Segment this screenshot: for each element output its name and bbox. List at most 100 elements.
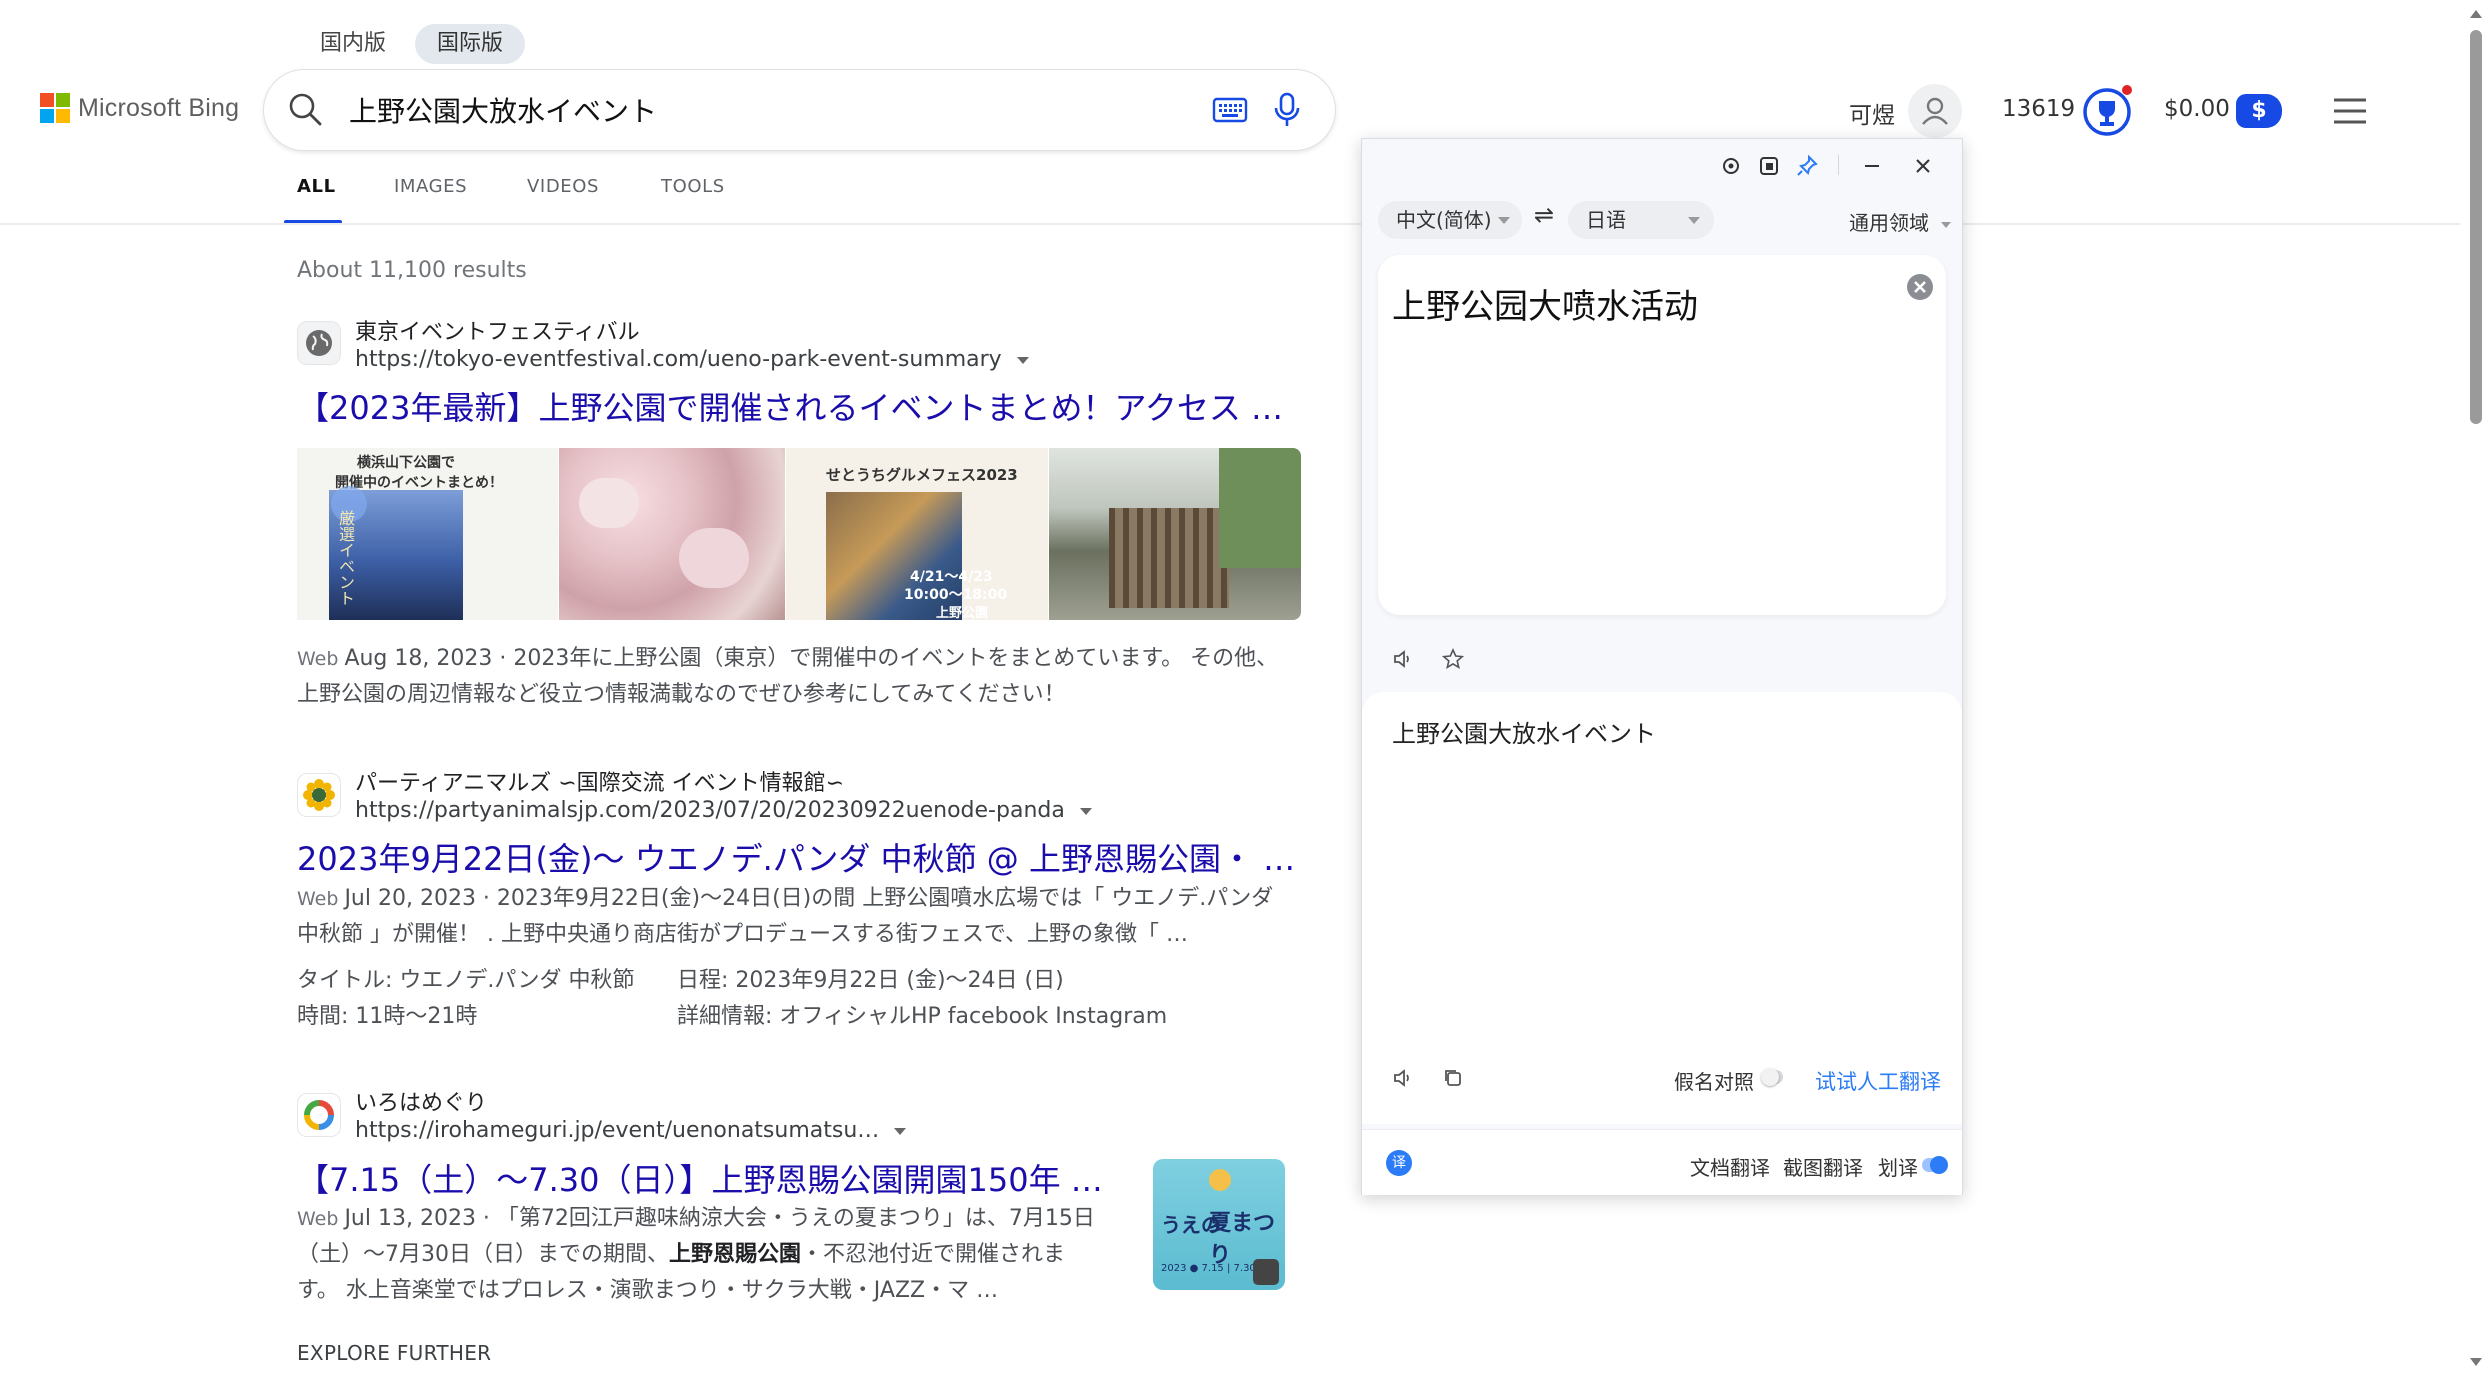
scroll-up-arrow-icon[interactable] [2470, 10, 2482, 18]
result-url[interactable]: https://partyanimalsjp.com/2023/07/20/20… [355, 798, 1092, 823]
translator-panel[interactable]: 中文(简体) ⇌ 日语 通用领域 上野公园大喷水活动 上野公園大放水イベント 假… [1361, 138, 1963, 1195]
speaker-icon[interactable] [1388, 644, 1418, 674]
avatar-icon[interactable] [1908, 84, 1962, 138]
source-language-select[interactable]: 中文(简体) [1378, 201, 1522, 239]
search-icon[interactable] [286, 90, 326, 130]
result-url-text[interactable]: https://partyanimalsjp.com/2023/07/20/20… [355, 798, 1065, 823]
speaker-icon[interactable] [1388, 1063, 1418, 1093]
titlebar-divider [1838, 155, 1839, 175]
kana-toggle-label: 假名对照 [1674, 1070, 1754, 1094]
result-url-text[interactable]: https://irohameguri.jp/event/uenonatsuma… [355, 1118, 879, 1143]
tab-all[interactable]: ALL [297, 176, 336, 197]
domain-label: 通用领域 [1849, 211, 1929, 235]
result-site-name[interactable]: 東京イベントフェスティバル [355, 314, 640, 346]
human-translation-link[interactable]: 试试人工翻译 [1815, 1066, 1941, 1096]
minimize-icon[interactable] [1859, 153, 1885, 179]
translation-result-card: 上野公園大放水イベント 假名对照 试试人工翻译 [1362, 692, 1962, 1124]
snippet-line: Jul 20, 2023 · 2023年9月22日(金)～24日(日)の間 上野… [344, 886, 1274, 911]
search-input[interactable]: 上野公園大放水イベント [349, 90, 657, 130]
thumbnail-caption: せとうちグルメフェス2023 [826, 466, 1018, 484]
close-icon[interactable] [1910, 153, 1936, 179]
snippet-bold: 上野恩賜公園 [669, 1242, 802, 1267]
mini-window-icon[interactable] [1756, 153, 1782, 179]
result-title[interactable]: 【2023年最新】上野公園で開催されるイベントまとめ！アクセス … [297, 383, 1307, 429]
microsoft-logo-icon [40, 93, 70, 123]
result-site-name[interactable]: パーティアニマルズ ∽国際交流 イベント情報館∽ [355, 765, 844, 797]
logo-text: Microsoft Bing [78, 93, 240, 122]
result-title[interactable]: 【7.15（土）～7.30（日）】上野恩賜公園開園150年 … [297, 1155, 1117, 1201]
translation-result-text[interactable]: 上野公園大放水イベント [1392, 714, 1656, 749]
fact-time: 時間: 11時～21時 [297, 1004, 478, 1029]
page-scrollbar[interactable] [2470, 30, 2482, 424]
web-tag: Web [297, 648, 339, 670]
balance-dollar-icon[interactable]: $ [2236, 94, 2282, 128]
results-count: About 11,100 results [297, 258, 527, 283]
dropdown-caret-icon [1941, 221, 1952, 228]
thumbnail-caption: 4/21～4/23 [910, 569, 993, 585]
iroha-logo-icon [297, 1093, 341, 1137]
region-tab-domestic[interactable]: 国内版 [298, 24, 408, 64]
snippet-line: Aug 18, 2023 · 2023年に上野公園（東京）で開催中のイベントをま… [344, 646, 1279, 671]
web-tag: Web [297, 1208, 339, 1230]
target-language-select[interactable]: 日语 [1568, 201, 1714, 239]
tab-images[interactable]: IMAGES [394, 176, 467, 197]
pin-icon[interactable] [1794, 153, 1820, 179]
fence-photo [1109, 508, 1229, 608]
copy-icon[interactable] [1438, 1063, 1468, 1093]
gallery-icon[interactable] [1253, 1259, 1279, 1285]
result-url[interactable]: https://tokyo-eventfestival.com/ueno-par… [355, 347, 1029, 372]
result-thumbnail[interactable]: 横浜山下公園で 開催中のイベントまとめ！ 厳選イベント [297, 448, 558, 620]
select-translate-toggle[interactable] [1922, 1156, 1948, 1174]
result-snippet: Web Jul 13, 2023 · 「第72回江戸趣味納涼大会・うえの夏まつり」… [297, 1201, 1117, 1309]
region-tab-international[interactable]: 国际版 [415, 24, 526, 64]
thumbnail-caption: 2023 ● 7.15 | 7.30 [1161, 1263, 1256, 1274]
balance-amount[interactable]: $0.00 [2164, 96, 2230, 122]
tab-tools[interactable]: TOOLS [661, 176, 725, 197]
result-title[interactable]: 2023年9月22日(金)～ ウエノデ.パンダ 中秋節 @ 上野恩賜公園・ … [297, 834, 1307, 880]
thumbnail-caption: 上野公園 [936, 606, 989, 620]
tree-photo [1219, 448, 1301, 568]
result-url[interactable]: https://irohameguri.jp/event/uenonatsuma… [355, 1118, 907, 1143]
lantern-icon [1209, 1169, 1231, 1191]
result-thumbnail[interactable] [559, 448, 785, 620]
user-name[interactable]: 可煜 [1849, 96, 1895, 130]
scroll-down-arrow-icon[interactable] [2470, 1358, 2482, 1366]
snippet-line: す。 水上音楽堂ではプロレス・演歌まつり・サクラ大戦・JAZZ・マ … [297, 1278, 999, 1303]
swap-languages-icon[interactable]: ⇌ [1534, 201, 1554, 229]
screenshot-translate-button[interactable]: 截图翻译 [1783, 1152, 1863, 1181]
source-language-label: 中文(简体) [1396, 208, 1492, 232]
hamburger-menu-icon[interactable] [2332, 96, 2368, 126]
tab-videos[interactable]: VIDEOS [527, 176, 599, 197]
fact-date: 日程: 2023年9月22日 (金)～24日 (日) [677, 968, 1064, 993]
clear-text-icon[interactable] [1906, 273, 1934, 301]
result-thumbnail[interactable] [1049, 448, 1301, 620]
cherry-blossom-photo [679, 528, 749, 588]
rewards-trophy-icon[interactable] [2081, 84, 2135, 138]
translator-logo-icon[interactable]: 译 [1386, 1150, 1412, 1176]
result-url-text[interactable]: https://tokyo-eventfestival.com/ueno-par… [355, 347, 1002, 372]
dropdown-caret-icon [1688, 217, 1700, 224]
kana-toggle[interactable] [1761, 1068, 1783, 1086]
result-thumbnail[interactable]: せとうちグルメフェス2023 4/21～4/23 10:00～18:00 上野公… [786, 448, 1048, 620]
chevron-down-icon[interactable] [1079, 807, 1092, 815]
result-snippet: Web Jul 20, 2023 · 2023年9月22日(金)～24日(日)の間… [297, 881, 1317, 953]
source-text-input[interactable]: 上野公园大喷水活动 [1392, 279, 1698, 328]
result-thumbnail[interactable]: うえの 夏まつり 2023 ● 7.15 | 7.30 [1153, 1159, 1285, 1290]
thumbnail-caption: 厳選イベント [336, 510, 355, 606]
document-translate-button[interactable]: 文档翻译 [1690, 1152, 1770, 1181]
source-text-card[interactable]: 上野公园大喷水活动 [1378, 255, 1946, 615]
header-divider [0, 223, 2460, 225]
bing-logo[interactable]: Microsoft Bing [40, 93, 239, 123]
settings-icon[interactable] [1718, 153, 1744, 179]
chevron-down-icon[interactable] [1016, 356, 1029, 364]
sunflower-icon [297, 773, 341, 817]
rewards-points[interactable]: 13619 [2002, 96, 2075, 122]
search-box[interactable]: 上野公園大放水イベント [264, 70, 1335, 150]
star-icon[interactable] [1438, 644, 1468, 674]
domain-select[interactable]: 通用领域 [1849, 207, 1952, 236]
chevron-down-icon[interactable] [894, 1127, 907, 1135]
select-translate-label: 划译 [1878, 1156, 1918, 1180]
result-site-name[interactable]: いろはめぐり [355, 1085, 487, 1117]
keyboard-icon[interactable] [1212, 94, 1248, 126]
microphone-icon[interactable] [1272, 90, 1302, 130]
